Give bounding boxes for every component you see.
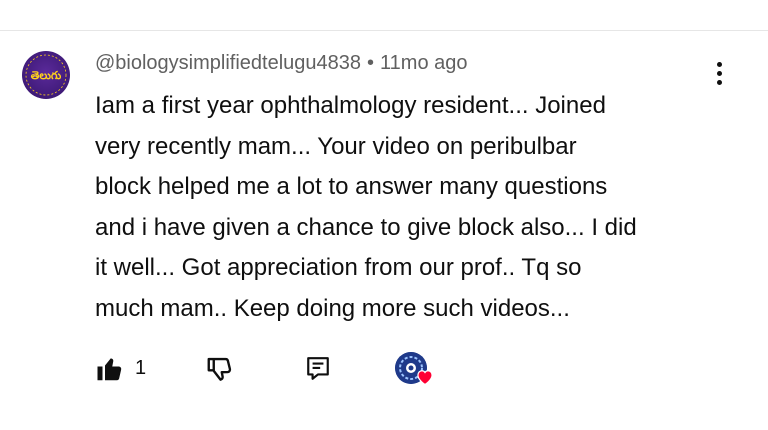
author-handle[interactable]: @biologysimplifiedtelugu4838 [95, 52, 361, 74]
menu-dot-icon [716, 80, 722, 85]
channel-avatar[interactable]: తెలుగు [22, 51, 70, 99]
like-count: 1 [135, 357, 147, 379]
dislike-button[interactable] [205, 354, 235, 384]
reply-button[interactable] [305, 354, 331, 384]
thumb-up-filled-icon [97, 358, 122, 381]
comment-timestamp: 11mo ago [380, 52, 468, 74]
comment-line: block helped me a lot to answer many que… [95, 173, 608, 200]
heart-icon [417, 370, 433, 386]
comment-header: @biologysimplifiedtelugu4838 • 11mo ago [95, 52, 468, 75]
avatar-label: తెలుగు [30, 69, 62, 82]
previous-item-icon-sliver [105, 0, 127, 4]
menu-dot-icon [716, 62, 722, 67]
comment-text: Iam a first year ophthalmology resident.… [95, 86, 735, 329]
creator-heart-badge [395, 352, 437, 390]
more-options-button[interactable] [712, 62, 726, 88]
comment-line: very recently mam... Your video on perib… [95, 132, 577, 160]
thumb-down-icon [207, 357, 232, 381]
menu-dot-icon [716, 71, 722, 76]
comment-line: it well... Got appreciation from our pro… [95, 254, 582, 281]
comment-line: and i have given a chance to give block … [95, 213, 637, 241]
meta-separator: • [367, 52, 375, 74]
comment-line: Iam a first year ophthalmology resident.… [95, 92, 606, 119]
top-divider [0, 30, 768, 31]
comment-line: much mam.. Keep doing more such videos..… [95, 294, 570, 322]
like-button[interactable] [95, 354, 125, 384]
reply-comment-icon [307, 357, 329, 380]
